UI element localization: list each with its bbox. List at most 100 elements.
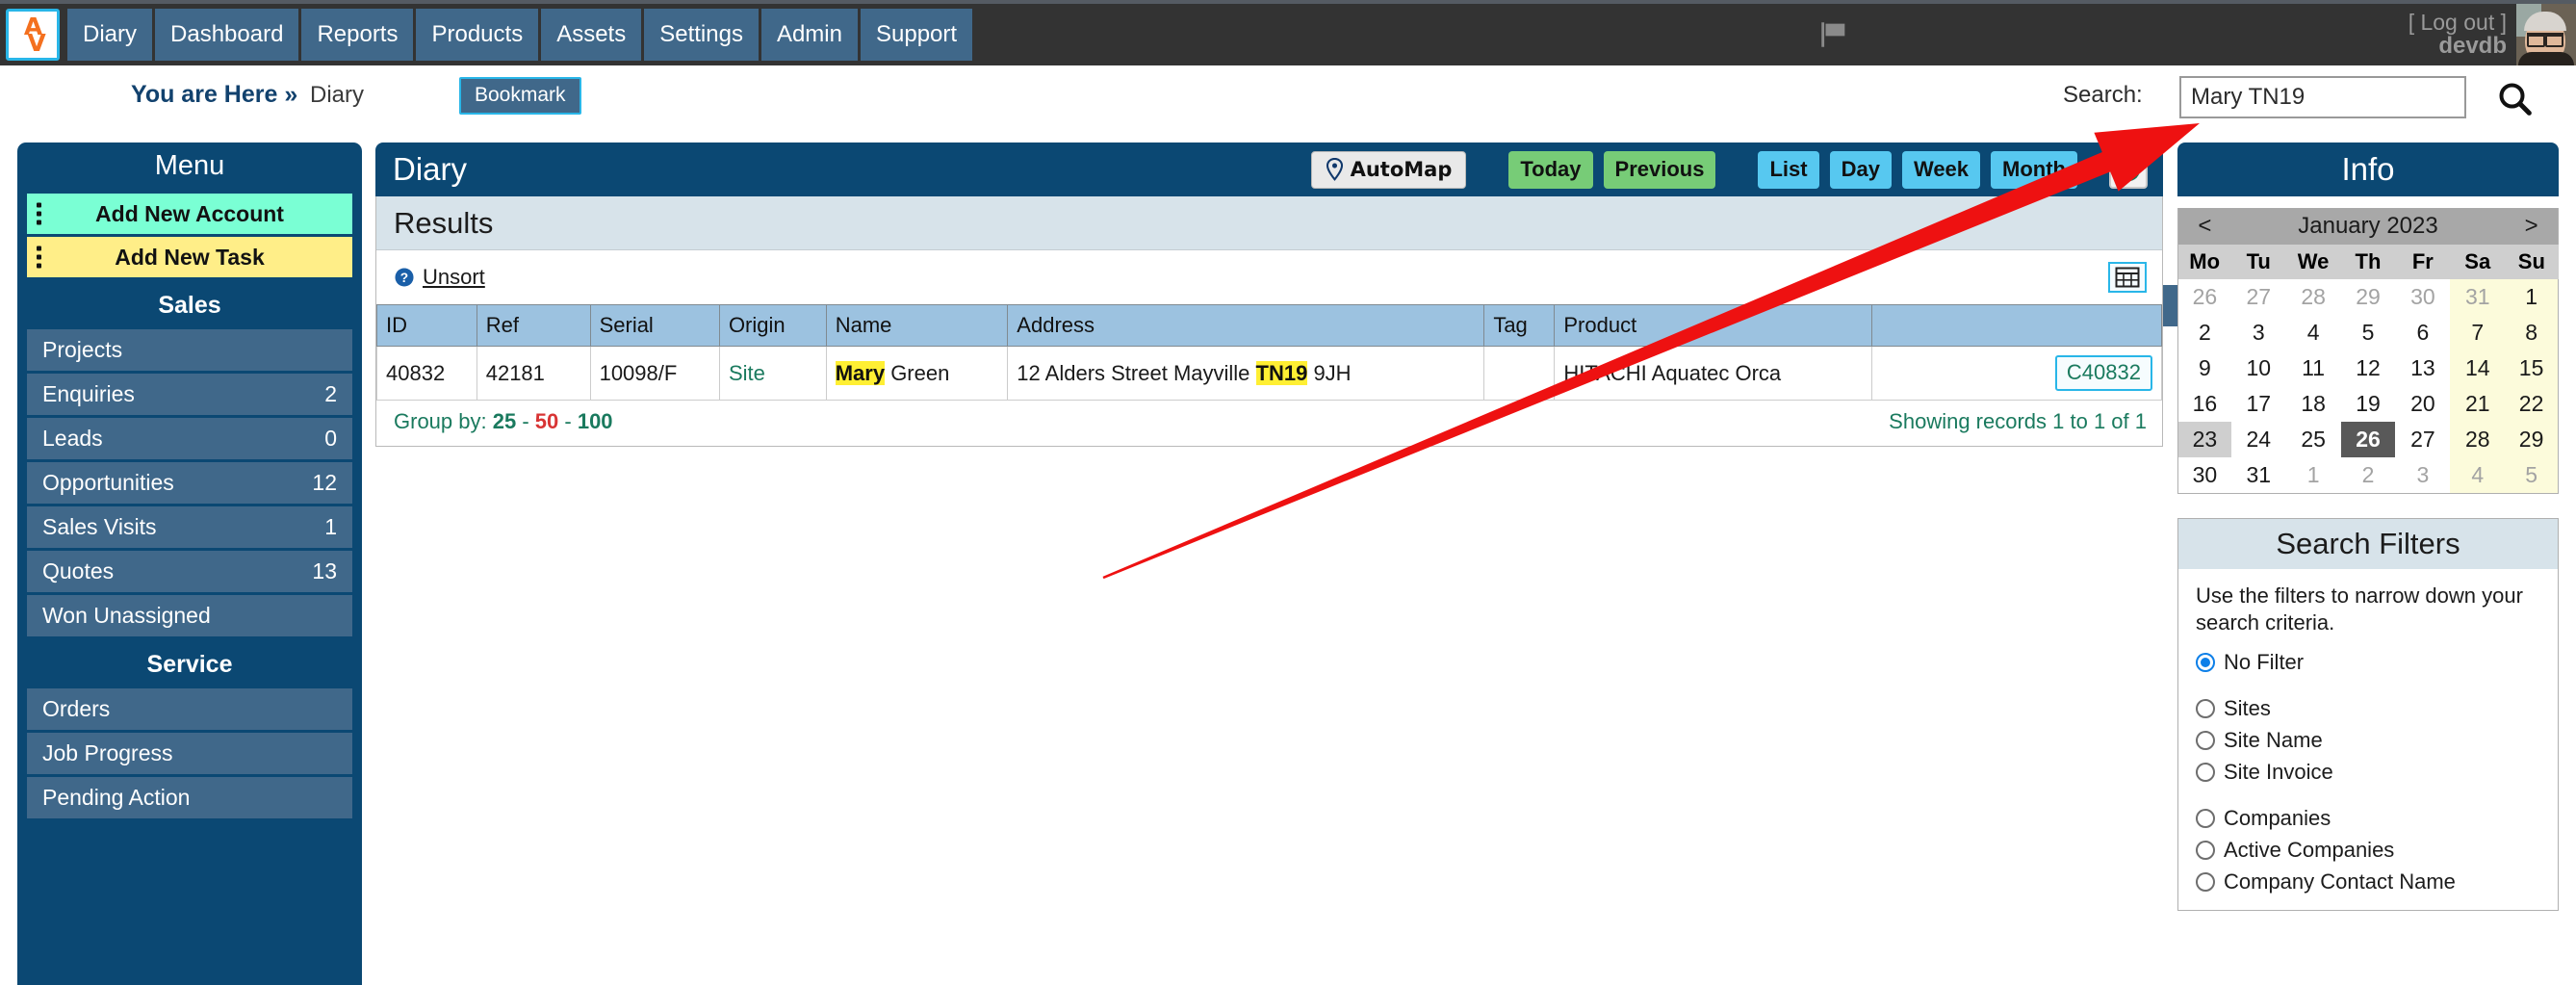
column-header-ref[interactable]: Ref [477, 304, 591, 347]
calendar-day[interactable]: 13 [2395, 350, 2450, 386]
cell-action[interactable]: C40832 [1871, 346, 2162, 401]
calendar-day[interactable]: 30 [2395, 279, 2450, 315]
app-logo[interactable]: AV [6, 9, 60, 61]
sidebar-item-leads[interactable]: Leads 0 [27, 418, 352, 459]
calendar-prev-month[interactable]: < [2177, 208, 2231, 245]
filter-radio-companies[interactable]: Companies [2196, 806, 2540, 831]
sidebar-item-opportunities[interactable]: Opportunities 12 [27, 462, 352, 504]
search-icon[interactable] [2495, 79, 2534, 117]
search-input[interactable] [2179, 76, 2466, 118]
nav-tab-products[interactable]: Products [416, 9, 539, 61]
nav-tab-dashboard[interactable]: Dashboard [155, 9, 299, 61]
group-by-option-25[interactable]: 25 [493, 409, 516, 433]
nav-tab-reports[interactable]: Reports [301, 9, 414, 61]
bookmark-button[interactable]: Bookmark [459, 77, 581, 115]
column-header-serial[interactable]: Serial [590, 304, 720, 347]
radio-icon[interactable] [2196, 872, 2215, 893]
flag-icon[interactable] [1817, 18, 1850, 51]
calendar-day[interactable]: 31 [2231, 457, 2286, 494]
filter-radio-site-invoice[interactable]: Site Invoice [2196, 760, 2540, 785]
calendar-day[interactable]: 29 [2341, 279, 2396, 315]
column-header-blank[interactable] [1871, 304, 2162, 347]
calendar-day[interactable]: 25 [2286, 422, 2341, 457]
previous-button[interactable]: Previous [1603, 150, 1716, 189]
sidebar-item-sales-visits[interactable]: Sales Visits 1 [27, 506, 352, 548]
calendar-day[interactable]: 23 [2177, 422, 2231, 457]
filter-radio-no-filter[interactable]: No Filter [2196, 650, 2540, 675]
calendar-day[interactable]: 4 [2286, 315, 2341, 350]
radio-icon[interactable] [2196, 653, 2215, 673]
view-list-button[interactable]: List [1758, 150, 1819, 189]
sidebar-item-add-new-account[interactable]: Add New Account [27, 194, 352, 234]
calendar-day[interactable]: 26 [2178, 279, 2231, 315]
sidebar-item-pending-action[interactable]: Pending Action [27, 777, 352, 818]
calendar-day[interactable]: 7 [2450, 315, 2506, 350]
radio-icon[interactable] [2196, 841, 2215, 861]
nav-tab-support[interactable]: Support [860, 9, 973, 61]
group-by-option-100[interactable]: 100 [578, 409, 613, 433]
calendar-day[interactable]: 27 [2395, 422, 2450, 457]
column-header-id[interactable]: ID [376, 304, 477, 347]
calendar-day[interactable]: 15 [2505, 350, 2559, 386]
column-header-tag[interactable]: Tag [1483, 304, 1556, 347]
avatar[interactable] [2516, 4, 2576, 65]
automap-button[interactable]: AutoMap [1310, 150, 1467, 189]
view-day-button[interactable]: Day [1829, 150, 1892, 189]
calendar-day[interactable]: 5 [2505, 457, 2559, 494]
calendar-day[interactable]: 8 [2505, 315, 2559, 350]
calendar-day[interactable]: 1 [2505, 279, 2559, 315]
column-header-origin[interactable]: Origin [719, 304, 827, 347]
calendar-day[interactable]: 12 [2341, 350, 2396, 386]
calendar-day[interactable]: 22 [2505, 386, 2559, 422]
column-header-product[interactable]: Product [1554, 304, 1873, 347]
calendar-day[interactable]: 30 [2178, 457, 2231, 494]
calendar-day[interactable]: 2 [2178, 315, 2231, 350]
calendar-day[interactable]: 20 [2395, 386, 2450, 422]
radio-icon[interactable] [2196, 699, 2215, 719]
calendar-day[interactable]: 31 [2450, 279, 2506, 315]
filter-radio-sites[interactable]: Sites [2196, 696, 2540, 721]
calendar-day[interactable]: 17 [2231, 386, 2286, 422]
calendar-day[interactable]: 24 [2231, 422, 2286, 457]
origin-link[interactable]: Site [729, 361, 765, 385]
calendar-day[interactable]: 1 [2286, 457, 2341, 494]
calendar-day[interactable]: 29 [2505, 422, 2559, 457]
calendar-day[interactable]: 3 [2395, 457, 2450, 494]
filter-radio-site-name[interactable]: Site Name [2196, 728, 2540, 753]
calendar-day[interactable]: 9 [2178, 350, 2231, 386]
calendar-day[interactable]: 6 [2395, 315, 2450, 350]
radio-icon[interactable] [2196, 731, 2215, 751]
help-icon[interactable]: ? [2109, 150, 2148, 189]
radio-icon[interactable] [2196, 763, 2215, 783]
logout-link[interactable]: [ Log out ] [2409, 10, 2507, 35]
calendar-day[interactable]: 28 [2450, 422, 2506, 457]
calendar-day[interactable]: 5 [2341, 315, 2396, 350]
nav-tab-settings[interactable]: Settings [644, 9, 759, 61]
kebab-menu-icon[interactable] [37, 202, 41, 225]
today-button[interactable]: Today [1508, 150, 1593, 189]
sidebar-item-enquiries[interactable]: Enquiries 2 [27, 374, 352, 415]
calendar-day[interactable]: 18 [2286, 386, 2341, 422]
sidebar-item-quotes[interactable]: Quotes 13 [27, 551, 352, 592]
nav-tab-admin[interactable]: Admin [760, 9, 858, 61]
grid-view-icon[interactable] [2108, 262, 2147, 293]
sidebar-item-projects[interactable]: Projects [27, 329, 352, 371]
nav-tab-diary[interactable]: Diary [67, 9, 153, 61]
table-row[interactable]: 40832 42181 10098/F Site Mary Green 12 Alders… [376, 346, 2162, 401]
calendar-day[interactable]: 28 [2286, 279, 2341, 315]
cell-origin[interactable]: Site [719, 346, 827, 401]
radio-icon[interactable] [2196, 809, 2215, 829]
column-header-name[interactable]: Name [826, 304, 1009, 347]
calendar-day[interactable]: 19 [2341, 386, 2396, 422]
calendar-day[interactable]: 16 [2178, 386, 2231, 422]
filter-radio-company-contact-name[interactable]: Company Contact Name [2196, 869, 2540, 894]
calendar-day[interactable]: 27 [2231, 279, 2286, 315]
record-chip[interactable]: C40832 [2054, 355, 2152, 391]
kebab-menu-icon[interactable] [37, 246, 41, 269]
view-week-button[interactable]: Week [1901, 150, 1981, 189]
unsort-link[interactable]: Unsort [423, 265, 485, 290]
calendar-day[interactable]: 4 [2450, 457, 2506, 494]
sidebar-item-add-new-task[interactable]: Add New Task [27, 237, 352, 277]
calendar-day[interactable]: 21 [2450, 386, 2506, 422]
calendar-day[interactable]: 14 [2450, 350, 2506, 386]
